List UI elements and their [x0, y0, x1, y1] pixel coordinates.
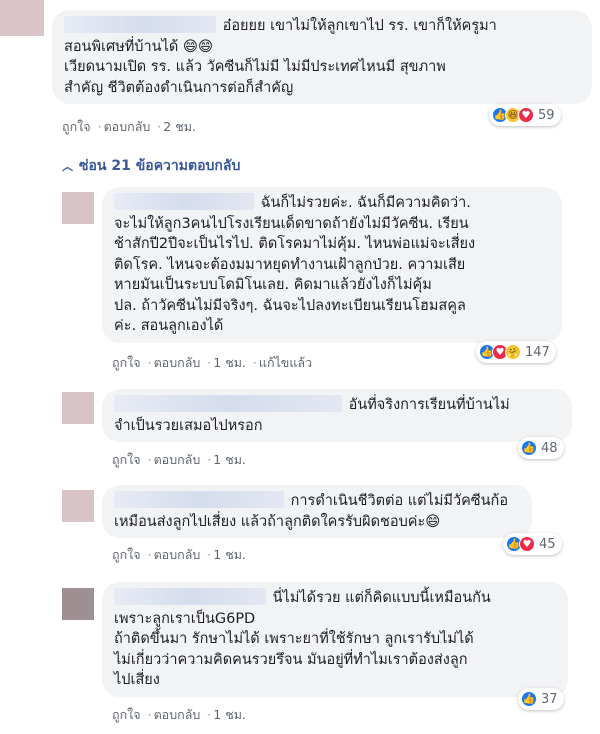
reply-text: การดำเนินชีวิตต่อ แต่ไม่มีวัคซีนก้อ เหมื… [114, 491, 520, 532]
reply-text-rest: เพราะลูกเราเป็นG6PD ถ้าติดขึ้นมา รักษาไม… [114, 610, 474, 689]
hide-replies-button[interactable]: ︿ ซ่อน 21 ข้อความตอบกลับ [62, 155, 240, 177]
reply-text: นี่ไม่ได้รวย แต่ก็คิดแบบนี้เหมือนกัน เพร… [114, 588, 556, 691]
reaction-summary[interactable]: 👍 😆 ♥ 59 [489, 104, 561, 126]
reply-actions: ถูกใจ · ตอบกลับ · 1 ชม. · แก้ไขแล้ว [112, 355, 313, 370]
timestamp[interactable]: 1 ชม. [213, 547, 246, 562]
reply-bubble: อันที่จริงการเรียนที่บ้านไม่ จำเป็นรวยเส… [102, 389, 572, 442]
comment-text: อ๋อยยย เขาไม่ให้ลูกเขาไป รร. เขาก็ให้ครู… [64, 16, 580, 98]
reaction-count: 59 [538, 107, 555, 123]
like-reaction-icon: 👍 [521, 440, 537, 456]
reply-link[interactable]: ตอบกลับ [104, 119, 151, 134]
edited-label[interactable]: แก้ไขแล้ว [259, 355, 312, 370]
care-reaction-icon: 🤗 [505, 344, 521, 360]
avatar[interactable] [62, 392, 94, 424]
reply-text-line: ฉันก็ไม่รวยค่ะ. ฉันก็มีความคิดว่า. [260, 195, 471, 211]
love-reaction-icon: ♥ [518, 107, 534, 123]
love-reaction-icon: ♥ [519, 536, 535, 552]
comment-bubble: อ๋อยยย เขาไม่ให้ลูกเขาไป รร. เขาก็ให้ครู… [52, 10, 592, 104]
reply-text-line: อันที่จริงการเรียนที่บ้านไม่ [348, 397, 510, 413]
avatar[interactable] [62, 490, 94, 522]
reply-link[interactable]: ตอบกลับ [154, 452, 201, 467]
reply-text-rest: จะไม่ให้ลูก3คนไปโรงเรียนเด็ดขาดถ้ายังไม่… [114, 215, 476, 335]
reply-text-rest: เหมือนส่งลูกไปเสี่ยง แล้วถ้าลูกติดใครรับ… [114, 513, 441, 530]
avatar[interactable] [62, 588, 94, 620]
reply-bubble: นี่ไม่ได้รวย แต่ก็คิดแบบนี้เหมือนกัน เพร… [102, 582, 568, 697]
like-link[interactable]: ถูกใจ [62, 119, 91, 134]
reply-actions: ถูกใจ · ตอบกลับ · 1 ชม. [112, 452, 246, 467]
reaction-summary[interactable]: 👍 ♥ 🤗 147 [476, 341, 556, 363]
like-link[interactable]: ถูกใจ [112, 452, 141, 467]
reaction-summary[interactable]: 👍 ♥ 45 [503, 533, 562, 555]
author-name[interactable] [114, 193, 254, 210]
reply-link[interactable]: ตอบกลับ [154, 707, 201, 722]
reaction-count: 48 [541, 440, 558, 456]
reply-bubble: ฉันก็ไม่รวยค่ะ. ฉันก็มีความคิดว่า. จะไม่… [102, 187, 562, 343]
like-reaction-icon: 👍 [521, 691, 537, 707]
reply-bubble: การดำเนินชีวิตต่อ แต่ไม่มีวัคซีนก้อ เหมื… [102, 485, 532, 538]
reply-link[interactable]: ตอบกลับ [154, 547, 201, 562]
author-name[interactable] [114, 588, 266, 605]
comment-text-line: อ๋อยยย เขาไม่ให้ลูกเขาไป รร. เขาก็ให้ครู… [222, 18, 497, 34]
author-name[interactable] [64, 16, 216, 33]
reaction-summary[interactable]: 👍 37 [518, 688, 564, 710]
reply-text-rest: จำเป็นรวยเสมอไปหรอก [114, 417, 263, 434]
reply-text: อันที่จริงการเรียนที่บ้านไม่ จำเป็นรวยเส… [114, 395, 560, 436]
avatar[interactable] [62, 192, 94, 224]
like-link[interactable]: ถูกใจ [112, 707, 141, 722]
author-name[interactable] [114, 395, 342, 412]
like-link[interactable]: ถูกใจ [112, 547, 141, 562]
timestamp[interactable]: 1 ชม. [213, 707, 246, 722]
reply-text-line: การดำเนินชีวิตต่อ แต่ไม่มีวัคซีนก้อ [290, 493, 509, 509]
reply-text-line: นี่ไม่ได้รวย แต่ก็คิดแบบนี้เหมือนกัน [272, 590, 491, 606]
chevron-up-icon: ︿ [62, 160, 73, 173]
reply-link[interactable]: ตอบกลับ [154, 355, 201, 370]
reaction-summary[interactable]: 👍 48 [518, 437, 564, 459]
hide-replies-label: ซ่อน 21 ข้อความตอบกลับ [79, 158, 241, 174]
timestamp[interactable]: 2 ชม. [163, 119, 196, 134]
comment-text-rest: สอนพิเศษที่บ้านได้ 😄😄 เวียดนามเปิด รร. แ… [64, 38, 446, 96]
timestamp[interactable]: 1 ชม. [213, 355, 246, 370]
reaction-count: 147 [525, 344, 550, 360]
reaction-count: 37 [541, 691, 558, 707]
avatar[interactable] [0, 0, 44, 36]
comment-actions: ถูกใจ · ตอบกลับ · 2 ชม. [62, 119, 196, 134]
author-name[interactable] [114, 491, 284, 508]
like-link[interactable]: ถูกใจ [112, 355, 141, 370]
reply-actions: ถูกใจ · ตอบกลับ · 1 ชม. [112, 707, 246, 722]
reply-text: ฉันก็ไม่รวยค่ะ. ฉันก็มีความคิดว่า. จะไม่… [114, 193, 550, 337]
reply-actions: ถูกใจ · ตอบกลับ · 1 ชม. [112, 547, 246, 562]
reaction-count: 45 [539, 536, 556, 552]
timestamp[interactable]: 1 ชม. [213, 452, 246, 467]
